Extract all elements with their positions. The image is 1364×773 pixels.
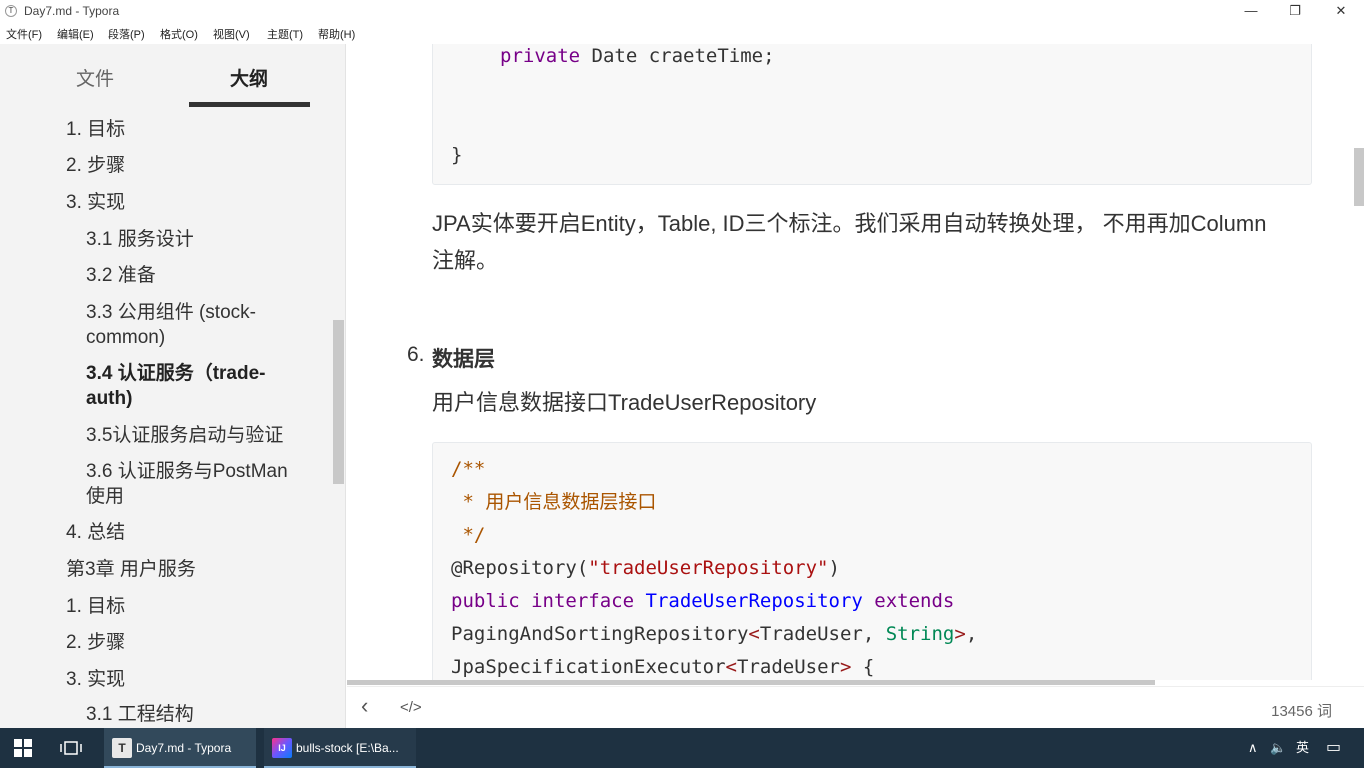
outline-item[interactable]: 3. 实现 xyxy=(66,667,125,692)
outline-item[interactable]: 3.1 服务设计 xyxy=(86,227,194,252)
code-text: ) xyxy=(828,557,840,579)
close-button[interactable]: ✕ xyxy=(1318,0,1364,22)
code-keyword: interface xyxy=(531,590,635,612)
taskbar-app-typora[interactable]: T Day7.md - Typora xyxy=(104,728,256,768)
task-view-button[interactable] xyxy=(60,728,84,768)
code-operator: > xyxy=(954,623,966,645)
code-text: PagingAndSortingRepository xyxy=(451,623,749,645)
active-tab-indicator xyxy=(189,102,310,107)
windows-logo-icon xyxy=(14,739,32,757)
section-heading: 数据层 xyxy=(432,348,495,371)
paragraph-line: JPA实体要开启Entity，Table, ID三个标注。我们采用自动转换处理，… xyxy=(432,211,1267,236)
menu-theme[interactable]: 主题(T) xyxy=(267,26,303,42)
code-comment: * 用户信息数据层接口 xyxy=(451,491,657,513)
code-line: PagingAndSortingRepository<TradeUser, St… xyxy=(451,618,977,651)
menu-paragraph[interactable]: 段落(P) xyxy=(108,26,145,42)
code-keyword: public xyxy=(451,590,520,612)
content-scrollbar[interactable] xyxy=(1354,148,1364,206)
sidebar: 文件 大纲 1. 目标 2. 步骤 3. 实现 3.1 服务设计 3.2 准备 … xyxy=(0,44,346,728)
outline-item[interactable]: 1. 目标 xyxy=(66,117,125,142)
code-line: @Repository("tradeUserRepository") xyxy=(451,552,840,585)
code-operator: < xyxy=(725,656,737,678)
tab-outline[interactable]: 大纲 xyxy=(189,64,309,91)
code-line: private Date craeteTime; xyxy=(500,44,775,73)
outline-item[interactable]: 2. 步骤 xyxy=(66,630,125,655)
source-code-mode-icon[interactable]: </> xyxy=(400,699,422,716)
outline-item[interactable]: 2. 步骤 xyxy=(66,153,125,178)
sidebar-scrollbar[interactable] xyxy=(333,320,344,484)
menu-bar: 文件(F) 编辑(E) 段落(P) 格式(O) 视图(V) 主题(T) 帮助(H… xyxy=(0,22,1364,44)
code-keyword: private xyxy=(500,45,581,67)
typora-window: T Day7.md - Typora — ❐ ✕ 文件(F) 编辑(E) 段落(… xyxy=(0,0,1364,728)
taskbar-app-label: bulls-stock [E:\Ba... xyxy=(296,741,399,755)
status-footer: ‹ </> 13456 词 xyxy=(347,686,1364,728)
outline-item-active[interactable]: auth) xyxy=(86,386,132,411)
outline-item[interactable]: 4. 总结 xyxy=(66,520,125,545)
code-line: } xyxy=(451,144,463,166)
menu-edit[interactable]: 编辑(E) xyxy=(57,26,94,42)
code-comment: */ xyxy=(451,524,486,546)
outline-item[interactable]: 3. 实现 xyxy=(66,190,125,215)
typora-app-icon: T xyxy=(5,5,17,17)
start-button[interactable] xyxy=(14,728,36,768)
word-count[interactable]: 13456 词 xyxy=(1271,700,1332,721)
code-text: , xyxy=(862,623,886,645)
code-line: JpaSpecificationExecutor<TradeUser> { xyxy=(451,651,874,680)
code-operator: < xyxy=(748,623,760,645)
code-text: TradeUser xyxy=(737,656,840,678)
outline-item[interactable]: 1. 目标 xyxy=(66,594,125,619)
code-definition: TradeUserRepository xyxy=(645,590,863,612)
typora-icon: T xyxy=(112,738,132,758)
title-bar[interactable]: T Day7.md - Typora — ❐ ✕ xyxy=(0,0,1364,22)
code-line: public interface TradeUserRepository ext… xyxy=(451,585,954,618)
taskbar-app-intellij[interactable]: IJ bulls-stock [E:\Ba... xyxy=(264,728,416,768)
menu-view[interactable]: 视图(V) xyxy=(213,26,250,42)
outline-item[interactable]: 3.2 准备 xyxy=(86,263,156,288)
tab-files[interactable]: 文件 xyxy=(35,64,155,91)
outline-item[interactable]: 第3章 用户服务 xyxy=(66,557,196,582)
code-text: JpaSpecificationExecutor xyxy=(451,656,726,678)
code-text: , xyxy=(965,623,978,645)
code-keyword: extends xyxy=(874,590,955,612)
outline-item[interactable]: common) xyxy=(86,325,165,350)
action-center-icon[interactable]: ▭ xyxy=(1326,728,1341,768)
code-string: "tradeUserRepository" xyxy=(588,557,829,579)
code-type: String xyxy=(885,623,955,645)
restore-button[interactable]: ❐ xyxy=(1272,0,1318,22)
menu-format[interactable]: 格式(O) xyxy=(160,26,198,42)
outline-item[interactable]: 使用 xyxy=(86,484,124,509)
editor-content[interactable]: private Date craeteTime; } JPA实体要开启Entit… xyxy=(347,44,1364,680)
code-annotation: @Repository( xyxy=(451,557,589,579)
outline-item[interactable]: 3.5认证服务启动与验证 xyxy=(86,423,283,448)
show-hidden-icons-icon[interactable]: ∧ xyxy=(1248,728,1258,768)
window-title: Day7.md - Typora xyxy=(24,4,120,18)
code-operator: > xyxy=(839,656,852,678)
windows-taskbar: T Day7.md - Typora IJ bulls-stock [E:\Ba… xyxy=(0,728,1364,768)
code-text: TradeUser xyxy=(759,623,863,645)
menu-help[interactable]: 帮助(H) xyxy=(318,26,355,42)
task-view-icon xyxy=(60,741,82,755)
list-number: 6. xyxy=(407,343,425,366)
code-text: { xyxy=(851,656,875,678)
outline-item[interactable]: 3.3 公用组件 (stock- xyxy=(86,300,256,325)
minimize-button[interactable]: — xyxy=(1228,0,1274,22)
toggle-sidebar-icon[interactable]: ‹ xyxy=(361,693,368,719)
volume-icon[interactable]: 🔈 xyxy=(1270,728,1286,768)
outline-item[interactable]: 3.1 工程结构 xyxy=(86,702,194,727)
intellij-icon: IJ xyxy=(272,738,292,758)
outline-item[interactable]: 3.6 认证服务与PostMan xyxy=(86,459,288,484)
code-text: Date craeteTime; xyxy=(580,45,775,67)
code-comment: /** xyxy=(451,458,486,480)
horizontal-scrollbar[interactable] xyxy=(347,680,1155,685)
paragraph: 用户信息数据接口TradeUserRepository xyxy=(432,390,817,415)
outline-item-active[interactable]: 3.4 认证服务（trade- xyxy=(86,361,265,386)
taskbar-app-label: Day7.md - Typora xyxy=(136,741,232,755)
input-method-indicator[interactable]: 英 xyxy=(1296,728,1309,768)
paragraph-line: 注解。 xyxy=(432,248,499,273)
menu-file[interactable]: 文件(F) xyxy=(6,26,42,42)
